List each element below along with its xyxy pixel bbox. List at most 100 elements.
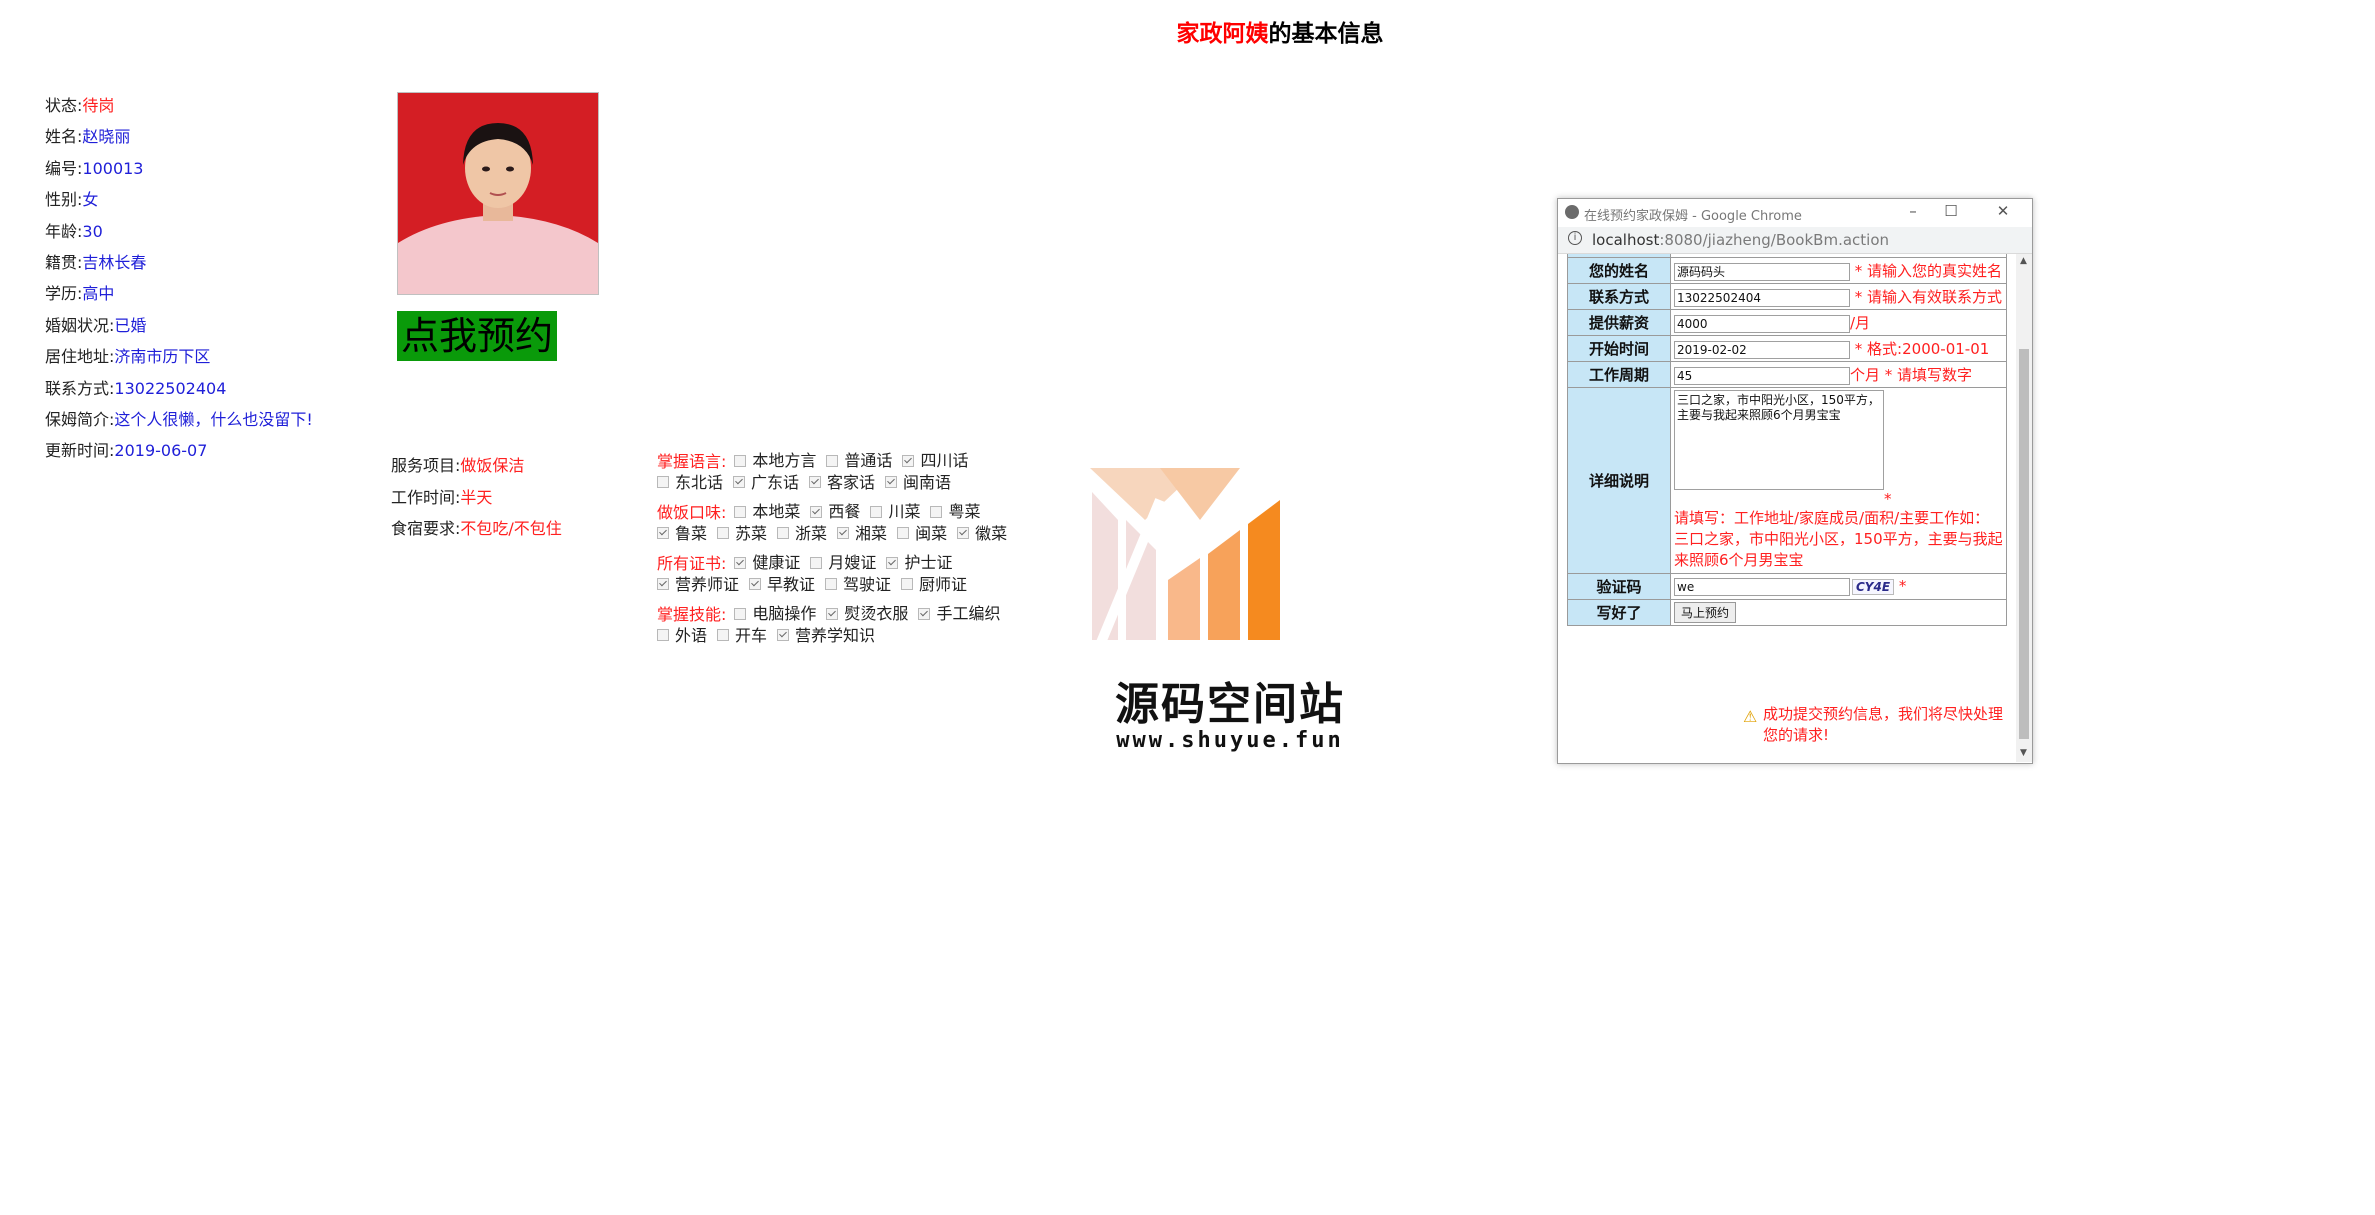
salary-input[interactable]: 4000: [1674, 314, 1850, 333]
checked-box-icon[interactable]: [885, 476, 898, 488]
scroll-up-icon[interactable]: ▲: [2020, 256, 2027, 266]
name-input[interactable]: 源码码头: [1674, 262, 1850, 281]
unchecked-box-icon[interactable]: [826, 454, 839, 467]
scroll-thumb[interactable]: [2019, 349, 2029, 739]
skill-checkbox-label: 川菜: [888, 502, 921, 521]
skill-checkbox[interactable]: 外语: [657, 625, 707, 646]
skill-checkbox[interactable]: 粤菜: [930, 501, 980, 522]
skill-checkbox[interactable]: 东北话: [657, 472, 723, 493]
skill-checkbox-label: 客家话: [827, 472, 876, 492]
skill-checkbox[interactable]: 本地方言: [734, 450, 816, 471]
skill-checkbox[interactable]: 湘菜: [837, 523, 887, 544]
skill-checkbox[interactable]: 川菜: [870, 501, 920, 522]
checked-box-icon[interactable]: [902, 454, 915, 467]
skill-checkbox[interactable]: 营养学知识: [777, 625, 875, 646]
popup-scrollbar[interactable]: ▲ ▼: [2016, 254, 2032, 762]
book-now-button[interactable]: 点我预约: [397, 311, 557, 361]
skill-checkbox[interactable]: 电脑操作: [734, 603, 816, 624]
checked-box-icon[interactable]: [734, 556, 747, 569]
service-row: 工作时间:半天: [391, 484, 492, 508]
info-row: 婚姻状况:已婚: [45, 312, 146, 335]
skill-checkbox-label: 鲁菜: [675, 523, 708, 543]
skill-checkbox[interactable]: 厨师证: [901, 574, 967, 595]
unchecked-box-icon[interactable]: [810, 556, 823, 569]
skill-checkbox[interactable]: 早教证: [749, 574, 815, 595]
unchecked-box-icon[interactable]: [930, 505, 943, 518]
popup-url[interactable]: localhost:8080/jiazheng/BookBm.action: [1592, 231, 1889, 249]
close-icon[interactable]: ✕: [1988, 202, 2018, 220]
unchecked-box-icon[interactable]: [717, 527, 730, 539]
minimize-icon[interactable]: –: [1898, 202, 1928, 220]
unchecked-box-icon[interactable]: [657, 629, 669, 641]
checked-box-icon[interactable]: [918, 607, 931, 620]
skill-checkbox[interactable]: 徽菜: [957, 523, 1007, 544]
skill-checkbox-label: 早教证: [767, 574, 816, 594]
captcha-label: 验证码: [1567, 573, 1671, 600]
unchecked-box-icon[interactable]: [734, 505, 747, 518]
checked-box-icon[interactable]: [749, 578, 762, 590]
info-label: 年龄:: [45, 221, 83, 241]
checked-box-icon[interactable]: [657, 527, 669, 539]
unchecked-box-icon[interactable]: [825, 578, 838, 590]
period-input[interactable]: 45: [1674, 366, 1850, 385]
unchecked-box-icon[interactable]: [717, 629, 730, 641]
info-icon[interactable]: i: [1568, 231, 1582, 245]
phone-input[interactable]: 13022502404: [1674, 288, 1850, 307]
skill-checkbox[interactable]: 西餐: [810, 501, 860, 522]
unchecked-box-icon[interactable]: [734, 607, 747, 620]
skill-checkbox[interactable]: 手工编织: [918, 603, 1000, 624]
skill-checkbox[interactable]: 闽菜: [897, 523, 947, 544]
detail-textarea[interactable]: 三口之家，市中阳光小区，150平方， 主要与我起来照顾6个月男宝宝: [1674, 390, 1884, 490]
maximize-icon[interactable]: ☐: [1936, 202, 1966, 220]
info-label: 编号:: [45, 158, 83, 178]
checked-box-icon[interactable]: [957, 527, 970, 539]
skill-checkbox[interactable]: 开车: [717, 625, 767, 646]
period-label: 工作周期: [1567, 361, 1671, 388]
info-row: 编号:100013: [45, 155, 143, 178]
unchecked-box-icon[interactable]: [734, 454, 747, 467]
checked-box-icon[interactable]: [826, 607, 839, 620]
checked-box-icon[interactable]: [810, 505, 823, 518]
skill-checkbox[interactable]: 浙菜: [777, 523, 827, 544]
skill-checkbox[interactable]: 健康证: [734, 552, 800, 573]
unchecked-box-icon[interactable]: [870, 505, 883, 518]
captcha-input[interactable]: we: [1674, 577, 1850, 596]
phone-label: 联系方式: [1567, 283, 1671, 310]
skill-checkbox[interactable]: 四川话: [902, 450, 968, 471]
skill-checkbox[interactable]: 熨烫衣服: [826, 603, 908, 624]
detail-hint: 请填写：工作地址/家庭成员/面积/主要工作如：三口之家，市中阳光小区，150平方…: [1674, 509, 2003, 569]
unchecked-box-icon[interactable]: [901, 578, 914, 590]
checked-box-icon[interactable]: [837, 527, 850, 539]
skill-checkbox-label: 手工编织: [936, 604, 1001, 623]
skill-checkbox[interactable]: 鲁菜: [657, 523, 707, 544]
submit-button[interactable]: 马上预约: [1674, 602, 1737, 623]
checked-box-icon[interactable]: [657, 578, 669, 590]
unchecked-box-icon[interactable]: [897, 527, 910, 539]
skill-checkbox-label: 电脑操作: [752, 604, 817, 623]
unchecked-box-icon[interactable]: [657, 476, 669, 488]
skill-checkbox[interactable]: 月嫂证: [810, 552, 876, 573]
start-label: 开始时间: [1567, 335, 1671, 362]
checked-box-icon[interactable]: [733, 476, 746, 488]
skill-checkbox[interactable]: 广东话: [733, 472, 799, 493]
skill-checkbox[interactable]: 本地菜: [734, 501, 800, 522]
nanny-photo: [397, 92, 599, 295]
skill-checkbox[interactable]: 苏菜: [717, 523, 767, 544]
popup-titlebar: 在线预约家政保姆 - Google Chrome – ☐ ✕: [1558, 199, 2032, 228]
captcha-image[interactable]: CY4E: [1852, 579, 1895, 596]
skill-checkbox[interactable]: 普通话: [826, 450, 892, 471]
skill-checkbox[interactable]: 客家话: [809, 472, 875, 493]
checked-box-icon[interactable]: [886, 556, 899, 569]
start-date-input[interactable]: 2019-02-02: [1674, 340, 1850, 359]
skill-checkbox[interactable]: 营养师证: [657, 574, 739, 595]
skill-checkbox-label: 苏菜: [735, 523, 768, 543]
skill-checkbox[interactable]: 驾驶证: [825, 574, 891, 595]
popup-address-bar[interactable]: i localhost:8080/jiazheng/BookBm.action: [1558, 227, 2032, 254]
checked-box-icon[interactable]: [809, 476, 822, 488]
skill-checkbox[interactable]: 闽南语: [885, 472, 951, 493]
unchecked-box-icon[interactable]: [777, 527, 790, 539]
scroll-down-icon[interactable]: ▼: [2020, 748, 2027, 758]
skill-checkbox[interactable]: 护士证: [886, 552, 952, 573]
checked-box-icon[interactable]: [777, 629, 790, 641]
skill-group: 掌握技能: 电脑操作 熨烫衣服 手工编织 外语 开车 营养学知识: [657, 603, 1037, 646]
